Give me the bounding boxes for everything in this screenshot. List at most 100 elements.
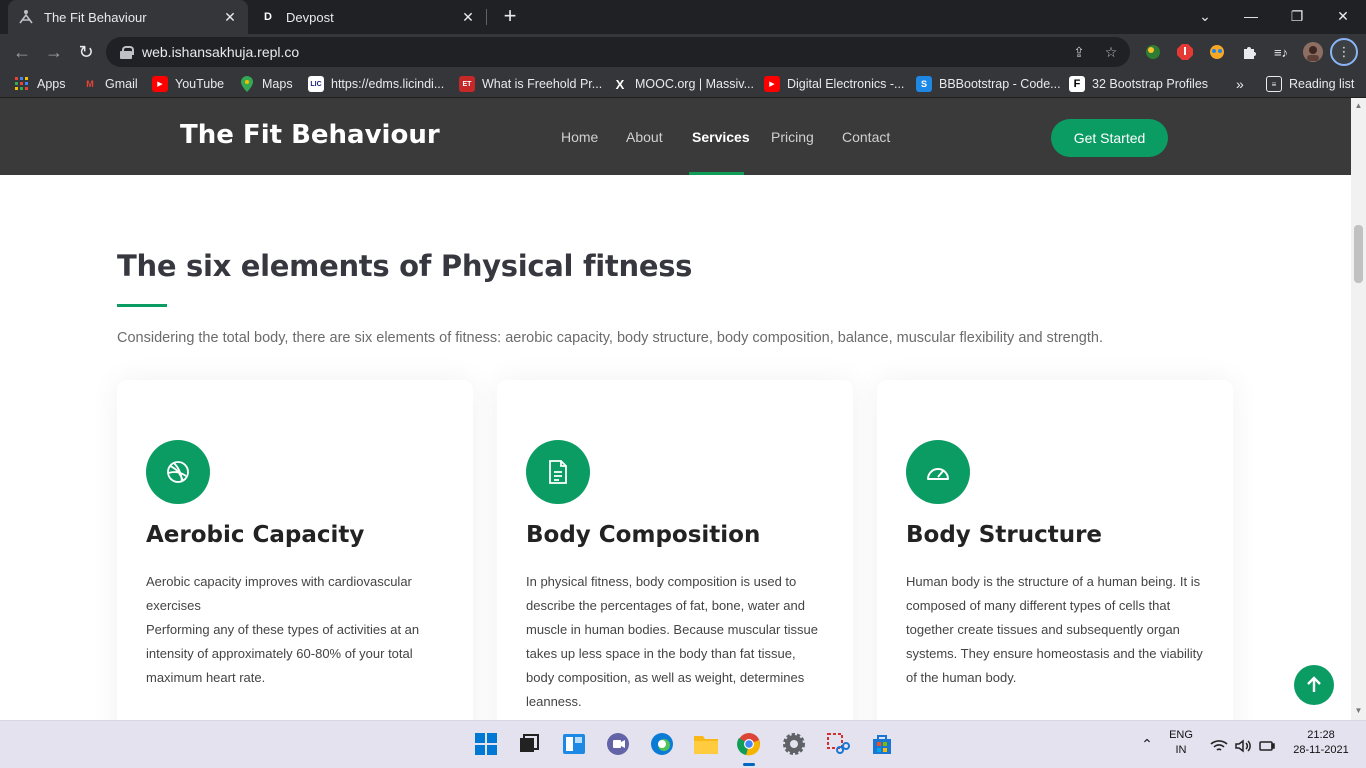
- nav-services[interactable]: Services: [692, 129, 750, 145]
- tab-the-fit-behaviour[interactable]: The Fit Behaviour ✕: [8, 0, 248, 34]
- bookmark-label: Apps: [37, 77, 66, 91]
- forward-icon[interactable]: →: [40, 38, 68, 66]
- volume-icon[interactable]: [1230, 733, 1256, 759]
- tab-title: Devpost: [286, 9, 334, 25]
- bookmarks-overflow-button[interactable]: »: [1236, 70, 1244, 98]
- back-to-top-button[interactable]: [1294, 665, 1334, 705]
- bookmark-star-icon[interactable]: ☆: [1100, 41, 1122, 63]
- bookmark-youtube[interactable]: ▶ YouTube: [152, 70, 224, 98]
- card-title: Body Composition: [526, 522, 761, 548]
- card-body-composition: Body Composition In physical fitness, bo…: [497, 380, 853, 720]
- bookmark-label: Digital Electronics -...: [787, 77, 905, 91]
- bookmark-maps[interactable]: Maps: [239, 70, 293, 98]
- extensions-puzzle-icon[interactable]: [1238, 41, 1260, 63]
- yoga-icon: [18, 9, 34, 25]
- gmail-icon: M: [86, 79, 94, 89]
- bookmark-label: Maps: [262, 77, 293, 91]
- widgets-icon[interactable]: [561, 731, 587, 757]
- bookmark-label: https://edms.licindi...: [331, 77, 445, 91]
- active-app-indicator: [743, 763, 755, 766]
- chrome-browser-icon[interactable]: [736, 731, 762, 757]
- bookmark-edms[interactable]: LIC https://edms.licindi...: [308, 70, 444, 98]
- bookmark-mooc[interactable]: X MOOC.org | Massiv...: [612, 70, 754, 98]
- title-divider: [117, 304, 167, 307]
- microsoft-store-icon[interactable]: [869, 731, 895, 757]
- bookmark-bbbootstrap[interactable]: S BBBootstrap - Code...: [916, 70, 1061, 98]
- bookmark-label: Gmail: [105, 77, 138, 91]
- show-hidden-icons-chevron-icon[interactable]: ⌃: [1134, 731, 1160, 757]
- windows-start-icon[interactable]: [473, 731, 499, 757]
- bookmark-gmail[interactable]: M Gmail: [82, 70, 138, 98]
- card-text: In physical fitness, body composition is…: [526, 570, 826, 714]
- nav-pricing[interactable]: Pricing: [771, 129, 814, 145]
- scroll-thumb[interactable]: [1354, 225, 1363, 283]
- region-label: IN: [1175, 744, 1187, 756]
- settings-gear-icon[interactable]: [781, 731, 807, 757]
- snipping-tool-icon[interactable]: [825, 731, 851, 757]
- new-tab-button[interactable]: +: [498, 4, 522, 28]
- extension-adblock-icon[interactable]: [1174, 41, 1196, 63]
- browser-tab-strip: The Fit Behaviour ✕ D Devpost ✕ + ⌄ — ❐ …: [0, 0, 1366, 34]
- edge-browser-icon[interactable]: [649, 731, 675, 757]
- close-tab-icon[interactable]: ✕: [460, 9, 476, 26]
- close-window-button[interactable]: ✕: [1328, 2, 1358, 30]
- wifi-icon[interactable]: [1206, 733, 1232, 759]
- scroll-up-icon[interactable]: ▲: [1354, 101, 1363, 110]
- tab-title: The Fit Behaviour: [44, 9, 147, 25]
- clock-time: 21:28: [1307, 729, 1335, 741]
- bookmarks-bar: Apps M Gmail ▶ YouTube Maps LIC https://…: [0, 70, 1366, 98]
- devpost-icon: D: [264, 11, 272, 23]
- chrome-menu-icon[interactable]: ⋮: [1330, 38, 1358, 66]
- teams-chat-icon[interactable]: [605, 731, 631, 757]
- get-started-button[interactable]: Get Started: [1051, 119, 1168, 157]
- lock-icon: [120, 46, 134, 59]
- card-text-line: Aerobic capacity improves with cardiovas…: [146, 574, 412, 613]
- reading-list-button[interactable]: ≡ Reading list: [1266, 70, 1354, 98]
- x-icon: X: [615, 76, 625, 92]
- nav-about[interactable]: About: [626, 129, 663, 145]
- extension-globe-icon[interactable]: [1142, 41, 1164, 63]
- profile-avatar[interactable]: [1302, 41, 1324, 63]
- windows-taskbar: ⌃ ENG IN 21:28 28-11-2021: [0, 720, 1366, 768]
- nav-home[interactable]: Home: [561, 129, 598, 145]
- bookmark-bootstrap-profiles[interactable]: F 32 Bootstrap Profiles: [1069, 70, 1208, 98]
- tab-devpost[interactable]: D Devpost ✕: [250, 0, 486, 34]
- bookmark-digital-electronics[interactable]: ▶ Digital Electronics -...: [764, 70, 904, 98]
- address-bar[interactable]: web.ishansakhuja.repl.co ⇪ ☆: [106, 37, 1130, 67]
- card-body-structure: Body Structure Human body is the structu…: [877, 380, 1233, 720]
- system-clock[interactable]: 21:28 28-11-2021: [1286, 729, 1356, 756]
- apps-grid-icon: [14, 76, 30, 92]
- restore-button[interactable]: ❐: [1282, 2, 1312, 30]
- back-icon[interactable]: ←: [8, 38, 36, 66]
- input-language[interactable]: ENG IN: [1166, 729, 1196, 756]
- nav-contact[interactable]: Contact: [842, 129, 890, 145]
- close-tab-icon[interactable]: ✕: [222, 9, 238, 26]
- youtube-icon: ▶: [764, 76, 780, 92]
- task-view-icon[interactable]: [516, 731, 542, 757]
- clock-date: 28-11-2021: [1293, 744, 1349, 756]
- file-explorer-icon[interactable]: [693, 731, 719, 757]
- site-header: The Fit Behaviour Home About Services Pr…: [0, 98, 1351, 175]
- reading-list-label: Reading list: [1289, 77, 1355, 91]
- tab-search-icon[interactable]: ⌄: [1190, 2, 1220, 30]
- scroll-down-icon[interactable]: ▼: [1354, 706, 1363, 715]
- lic-icon: LIC: [308, 76, 324, 92]
- bookmark-freehold[interactable]: ET What is Freehold Pr...: [459, 70, 602, 98]
- site-brand[interactable]: The Fit Behaviour: [180, 120, 440, 150]
- battery-icon[interactable]: [1254, 733, 1280, 759]
- bookmark-label: What is Freehold Pr...: [482, 77, 603, 91]
- bookmark-label: 32 Bootstrap Profiles: [1092, 77, 1209, 91]
- tab-separator: [486, 9, 487, 25]
- card-title: Aerobic Capacity: [146, 522, 365, 548]
- media-control-icon[interactable]: ≡♪: [1270, 41, 1292, 63]
- share-icon[interactable]: ⇪: [1068, 41, 1090, 63]
- extension-avatar-icon[interactable]: [1206, 41, 1228, 63]
- minimize-button[interactable]: —: [1236, 2, 1266, 30]
- document-icon: [526, 440, 590, 504]
- arrow-up-icon: [1307, 676, 1321, 692]
- page-scrollbar[interactable]: ▲ ▼: [1351, 98, 1366, 720]
- reload-icon[interactable]: ↻: [72, 38, 100, 66]
- bookmark-apps[interactable]: Apps: [14, 70, 66, 98]
- bookmark-label: MOOC.org | Massiv...: [635, 77, 755, 91]
- section-description: Considering the total body, there are si…: [117, 330, 1103, 346]
